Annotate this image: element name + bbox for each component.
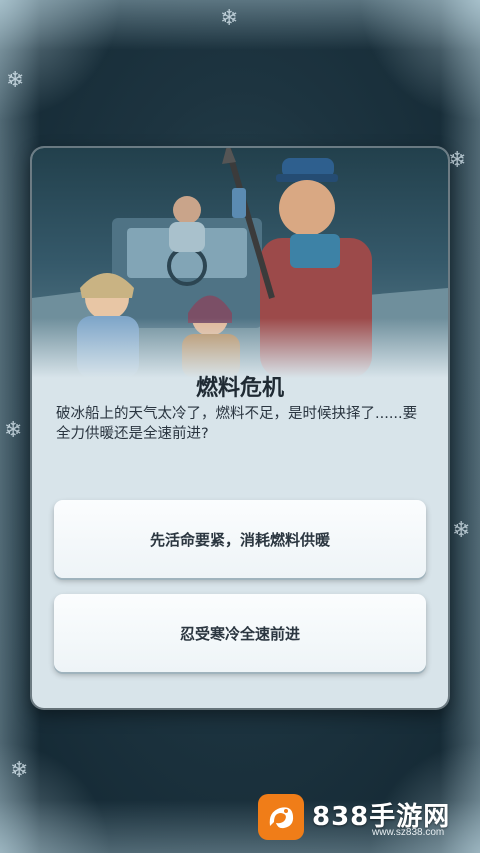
snowflake-icon: ❄ [6, 68, 25, 93]
watermark-logo: 838手游网 www.sz838.com [258, 794, 458, 840]
dragon-logo-icon [258, 794, 304, 840]
event-illustration [32, 148, 448, 378]
choice-full-speed-button[interactable]: 忍受寒冷全速前进 [54, 594, 426, 672]
event-title: 燃料危机 [195, 376, 284, 401]
event-card: 燃料危机 破冰船上的天气太冷了，燃料不足，是时候抉择了......要全力供暖还是… [32, 148, 448, 708]
event-description: 破冰船上的天气太冷了，燃料不足，是时候抉择了......要全力供暖还是全速前进? [56, 406, 418, 442]
watermark-url: www.sz838.com [372, 827, 445, 838]
choice-heat-button[interactable]: 先活命要紧，消耗燃料供暖 [54, 500, 426, 578]
snowflake-icon: ❄ [10, 758, 29, 783]
snowflake-icon: ❄ [448, 148, 467, 173]
snowflake-icon: ❄ [452, 518, 471, 543]
snowflake-icon: ❄ [4, 418, 23, 443]
snowflake-icon: ❄ [220, 6, 239, 31]
